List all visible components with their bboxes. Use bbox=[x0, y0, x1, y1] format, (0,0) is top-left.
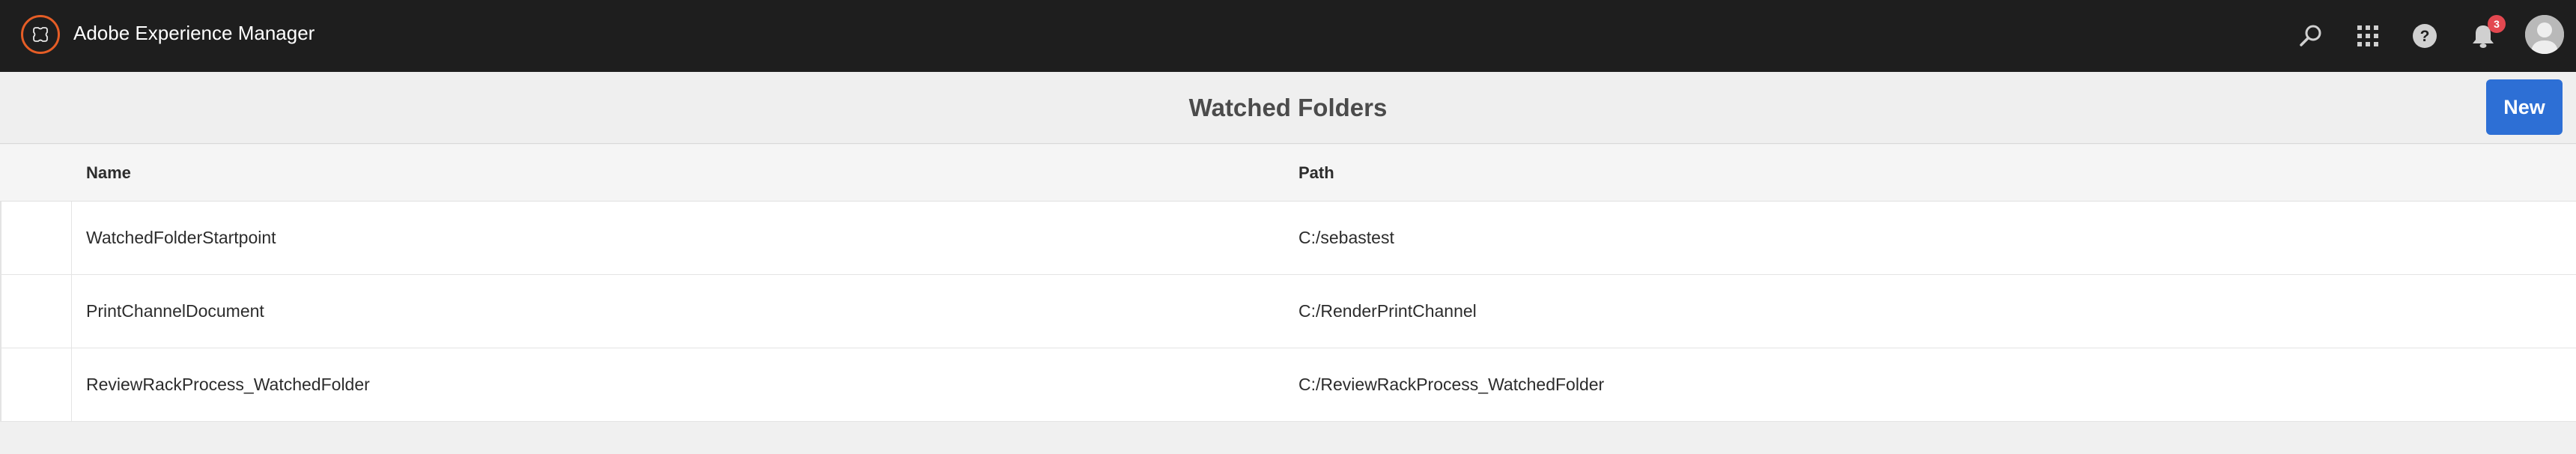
row-select-cell[interactable] bbox=[0, 202, 72, 274]
row-select-cell[interactable] bbox=[0, 348, 72, 421]
table-row[interactable]: PrintChannelDocument C:/RenderPrintChann… bbox=[0, 275, 2576, 348]
notification-badge: 3 bbox=[2488, 15, 2506, 33]
action-bar: Watched Folders New bbox=[0, 72, 2576, 144]
aem-logo-icon[interactable] bbox=[21, 15, 60, 54]
table-row[interactable]: WatchedFolderStartpoint C:/sebastest bbox=[0, 202, 2576, 275]
shell-header: Adobe Experience Manager ? 3 bbox=[0, 0, 2576, 72]
row-select-cell[interactable] bbox=[0, 275, 72, 348]
row-name[interactable]: ReviewRackProcess_WatchedFolder bbox=[86, 348, 370, 421]
row-path: C:/RenderPrintChannel bbox=[1298, 301, 1477, 321]
watched-folders-table: Name Path WatchedFolderStartpoint C:/seb… bbox=[0, 145, 2576, 422]
user-avatar[interactable] bbox=[2525, 15, 2564, 54]
row-path: C:/sebastest bbox=[1298, 228, 1394, 247]
row-name[interactable]: PrintChannelDocument bbox=[86, 275, 264, 348]
bell-icon[interactable]: 3 bbox=[2465, 15, 2506, 54]
app-title[interactable]: Adobe Experience Manager bbox=[73, 0, 315, 72]
apps-grid-icon[interactable] bbox=[2350, 18, 2386, 54]
table-header: Name Path bbox=[0, 145, 2576, 202]
help-icon[interactable]: ? bbox=[2407, 18, 2443, 54]
table-row[interactable]: ReviewRackProcess_WatchedFolder C:/Revie… bbox=[0, 348, 2576, 422]
column-header-path[interactable]: Path bbox=[1298, 145, 1334, 202]
column-header-name[interactable]: Name bbox=[86, 145, 131, 202]
row-path: C:/ReviewRackProcess_WatchedFolder bbox=[1298, 375, 1605, 394]
row-name[interactable]: WatchedFolderStartpoint bbox=[86, 202, 276, 274]
new-button[interactable]: New bbox=[2486, 79, 2563, 135]
search-icon[interactable] bbox=[2293, 18, 2329, 54]
svg-text:?: ? bbox=[2420, 28, 2430, 45]
page-title: Watched Folders bbox=[1188, 94, 1388, 121]
